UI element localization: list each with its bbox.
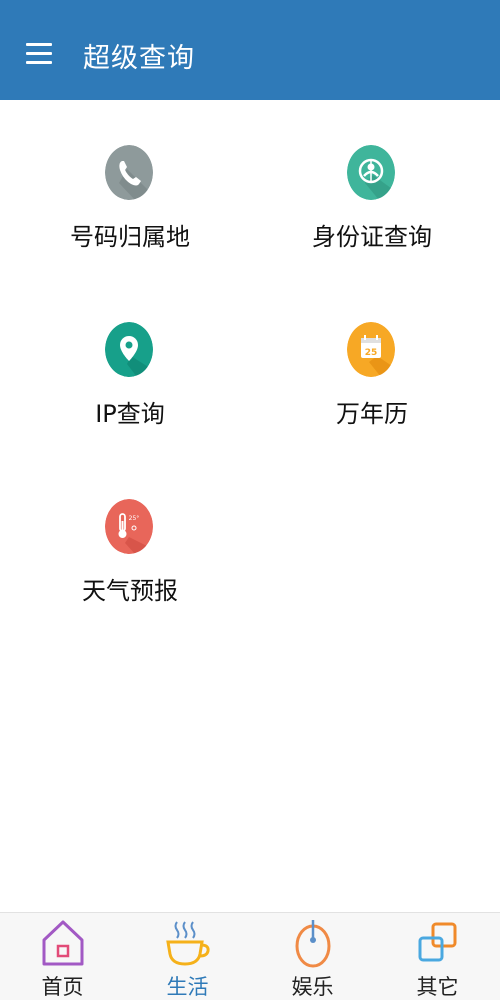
squares-icon — [418, 922, 457, 962]
nav-label: 其它 — [416, 975, 459, 999]
tile-label: 身份证查询 — [312, 223, 432, 251]
tile-phone-location[interactable]: 号码归属地 — [10, 145, 250, 275]
location-pin-icon — [105, 322, 153, 377]
tile-label: 号码归属地 — [70, 223, 190, 251]
phone-icon — [105, 145, 153, 200]
mouse-icon — [295, 920, 331, 968]
calendar-day-text: 25 — [365, 348, 378, 358]
status-bar — [0, 0, 500, 10]
page-title: 超级查询 — [83, 43, 195, 74]
id-card-icon — [347, 145, 395, 200]
home-icon — [42, 920, 84, 966]
tile-label: IP查询 — [95, 400, 165, 428]
tile-weather[interactable]: 25° 天气预报 — [10, 499, 250, 629]
nav-label: 娱乐 — [291, 975, 334, 999]
tile-label: 天气预报 — [82, 577, 178, 605]
tile-id-query[interactable]: 身份证查询 — [252, 145, 492, 275]
temperature-text: 25° — [129, 515, 140, 522]
thermometer-icon: 25° — [105, 499, 153, 554]
tile-ip-query[interactable]: IP查询 — [10, 322, 250, 452]
nav-label: 首页 — [41, 975, 84, 999]
app-bar: 超级查询 — [0, 10, 500, 100]
tile-calendar[interactable]: 25 万年历 — [252, 322, 492, 452]
nav-tab-life[interactable]: 生活 — [125, 913, 250, 1000]
bottom-navigation: 首页 生活 娱乐 其它 — [0, 912, 500, 1000]
hamburger-menu-icon[interactable] — [24, 42, 54, 66]
nav-tab-entertainment[interactable]: 娱乐 — [250, 913, 375, 1000]
tile-label: 万年历 — [336, 400, 408, 428]
coffee-cup-icon — [166, 921, 210, 966]
calendar-icon: 25 — [347, 322, 395, 377]
nav-tab-home[interactable]: 首页 — [0, 913, 125, 1000]
nav-label: 生活 — [166, 975, 209, 999]
nav-tab-other[interactable]: 其它 — [375, 913, 500, 1000]
